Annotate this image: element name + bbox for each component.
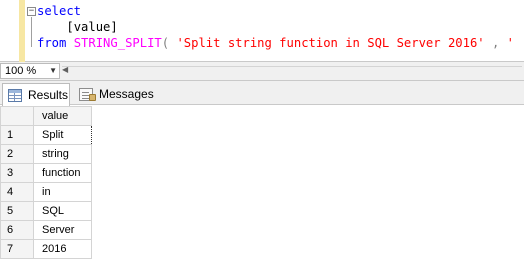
row-number[interactable]: 5	[0, 201, 34, 221]
table-cell[interactable]: Split	[33, 125, 92, 145]
zoom-value: 100 %	[5, 65, 37, 77]
row-number[interactable]: 1	[0, 125, 34, 145]
comma: ,	[491, 36, 500, 50]
string-literal-separator: ' '	[506, 36, 524, 50]
results-grid-panel[interactable]: value 1 Split 2 string 3 function 4 in 5	[0, 106, 524, 264]
tab-messages-label: Messages	[99, 87, 154, 101]
row-number[interactable]: 4	[0, 182, 34, 202]
sql-editor[interactable]: − select [value] from STRING_SPLIT( 'Spl…	[0, 0, 524, 62]
function-name: STRING_SPLIT	[73, 36, 162, 50]
grid-icon	[8, 88, 22, 102]
tab-messages[interactable]: Messages	[74, 83, 154, 105]
results-tab-strip: Results Messages	[0, 81, 524, 106]
keyword-select: select	[37, 4, 82, 18]
open-paren: (	[161, 36, 170, 50]
table-row: 2 string	[0, 144, 92, 164]
table-row: 4 in	[0, 182, 92, 202]
row-number[interactable]: 7	[0, 239, 34, 259]
table-row: 3 function	[0, 163, 92, 183]
horizontal-scrollbar[interactable]: ◀	[62, 65, 522, 77]
change-tracking-bar	[19, 0, 25, 62]
table-cell[interactable]: 2016	[33, 239, 92, 259]
table-cell[interactable]: string	[33, 144, 92, 164]
row-number[interactable]: 6	[0, 220, 34, 240]
outline-line	[31, 17, 32, 47]
chevron-down-icon[interactable]: ▼	[49, 64, 57, 78]
column-header-value[interactable]: value	[33, 106, 92, 126]
scroll-left-icon[interactable]: ◀	[62, 65, 68, 74]
column-identifier: [value]	[66, 20, 118, 34]
row-number[interactable]: 2	[0, 144, 34, 164]
table-row: 7 2016	[0, 239, 92, 259]
zoom-bar: 100 % ▼ ◀	[0, 62, 524, 81]
table-cell[interactable]: SQL	[33, 201, 92, 221]
row-number[interactable]: 3	[0, 163, 34, 183]
code-text[interactable]: select [value] from STRING_SPLIT( 'Split…	[37, 3, 524, 51]
tab-results[interactable]: Results	[2, 83, 70, 106]
messages-icon	[79, 87, 96, 101]
table-row: 5 SQL	[0, 201, 92, 221]
keyword-from: from	[37, 36, 67, 50]
collapse-toggle-icon[interactable]: −	[27, 7, 36, 16]
tab-results-label: Results	[28, 88, 69, 102]
grid-corner[interactable]	[0, 106, 34, 126]
table-cell[interactable]: in	[33, 182, 92, 202]
results-grid: value 1 Split 2 string 3 function 4 in 5	[0, 106, 92, 259]
table-row: 6 Server	[0, 220, 92, 240]
table-row: 1 Split	[0, 125, 92, 145]
table-cell[interactable]: function	[33, 163, 92, 183]
string-literal-input: 'Split string function in SQL Server 201…	[176, 36, 485, 50]
table-cell[interactable]: Server	[33, 220, 92, 240]
zoom-dropdown[interactable]: 100 % ▼	[0, 63, 60, 79]
